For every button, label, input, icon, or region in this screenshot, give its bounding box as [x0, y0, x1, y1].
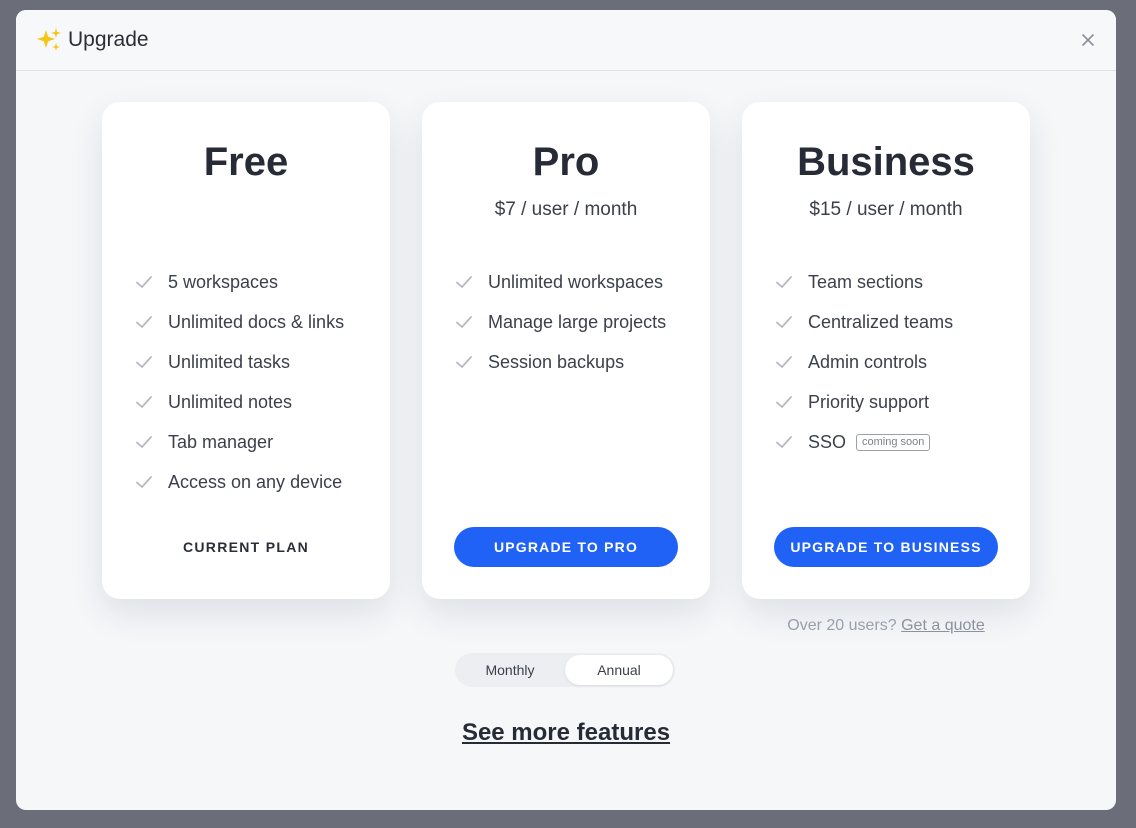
- sparkles-icon: [36, 27, 62, 53]
- modal-header: Upgrade: [16, 10, 1116, 71]
- feature-label: Unlimited docs & links: [168, 311, 345, 332]
- check-icon: [136, 356, 152, 368]
- check-icon: [776, 276, 792, 288]
- modal-title: Upgrade: [68, 28, 149, 51]
- check-icon: [136, 436, 152, 448]
- feature-list: Team sections Centralized teams Admin co…: [774, 262, 953, 462]
- feature-label: Session backups: [488, 351, 625, 372]
- feature-label: Admin controls: [808, 351, 928, 372]
- check-icon: [136, 476, 152, 488]
- feature-item: Unlimited tasks: [134, 342, 344, 382]
- plan-price: $15 / user / month: [809, 199, 963, 220]
- check-icon: [776, 356, 792, 368]
- upgrade-modal: Upgrade Free 5 workspaces Unlimited docs…: [16, 10, 1116, 810]
- feature-label: Tab manager: [168, 431, 274, 452]
- billing-period-toggle: Monthly Annual: [455, 653, 675, 687]
- feature-label: Team sections: [808, 271, 924, 292]
- plan-card-free: Free 5 workspaces Unlimited docs & links…: [102, 102, 390, 599]
- feature-label: Unlimited tasks: [168, 351, 291, 372]
- plan-price: $7 / user / month: [494, 199, 638, 220]
- plan-name: Free: [203, 140, 289, 184]
- plan-card-pro: Pro $7 / user / month Unlimited workspac…: [422, 102, 710, 599]
- check-icon: [776, 316, 792, 328]
- feature-item: Access on any device: [134, 462, 344, 502]
- feature-label: Manage large projects: [488, 311, 667, 332]
- coming-soon-badge: coming soon: [856, 433, 931, 451]
- feature-item: Session backups: [454, 342, 666, 382]
- quote-text: Over 20 users?: [787, 617, 897, 634]
- feature-item: Manage large projects: [454, 302, 666, 342]
- modal-title-group: Upgrade: [36, 27, 149, 53]
- current-plan-label: CURRENT PLAN: [182, 539, 310, 555]
- toggle-option-annual[interactable]: Annual: [565, 655, 673, 685]
- feature-label: Centralized teams: [808, 311, 954, 332]
- get-a-quote-link[interactable]: Get a quote: [901, 617, 985, 634]
- feature-label: Access on any device: [168, 471, 343, 492]
- plan-card-business: Business $15 / user / month Team section…: [742, 102, 1030, 599]
- plan-name: Business: [797, 140, 975, 184]
- check-icon: [776, 436, 792, 448]
- feature-item: Admin controls: [774, 342, 953, 382]
- check-icon: [456, 276, 472, 288]
- feature-item: Unlimited docs & links: [134, 302, 344, 342]
- feature-label: Unlimited notes: [168, 391, 293, 412]
- upgrade-to-business-button[interactable]: UPGRADE TO BUSINESS: [774, 527, 998, 567]
- feature-list: 5 workspaces Unlimited docs & links Unli…: [134, 262, 344, 502]
- check-icon: [456, 316, 472, 328]
- see-more-features-link[interactable]: See more features: [462, 719, 670, 746]
- check-icon: [776, 396, 792, 408]
- feature-label: SSO: [808, 431, 847, 452]
- feature-list: Unlimited workspaces Manage large projec…: [454, 262, 666, 382]
- check-icon: [136, 316, 152, 328]
- feature-item: Unlimited notes: [134, 382, 344, 422]
- see-more-wrap: See more features: [16, 719, 1116, 747]
- feature-item: Unlimited workspaces: [454, 262, 666, 302]
- feature-item: Tab manager: [134, 422, 344, 462]
- plan-name: Pro: [532, 140, 600, 184]
- feature-label: Unlimited workspaces: [488, 271, 664, 292]
- check-icon: [136, 396, 152, 408]
- close-icon: [1082, 34, 1094, 46]
- toggle-option-monthly[interactable]: Monthly: [457, 655, 563, 685]
- feature-item: Centralized teams: [774, 302, 953, 342]
- quote-line: Over 20 users? Get a quote: [742, 617, 1030, 635]
- check-icon: [456, 356, 472, 368]
- check-icon: [136, 276, 152, 288]
- feature-item: SSO coming soon: [774, 422, 953, 462]
- feature-item: Team sections: [774, 262, 953, 302]
- feature-item: 5 workspaces: [134, 262, 344, 302]
- feature-label: Priority support: [808, 391, 930, 412]
- upgrade-to-pro-button[interactable]: UPGRADE TO PRO: [454, 527, 678, 567]
- feature-label: 5 workspaces: [168, 271, 279, 292]
- feature-item: Priority support: [774, 382, 953, 422]
- close-button[interactable]: [1078, 30, 1098, 50]
